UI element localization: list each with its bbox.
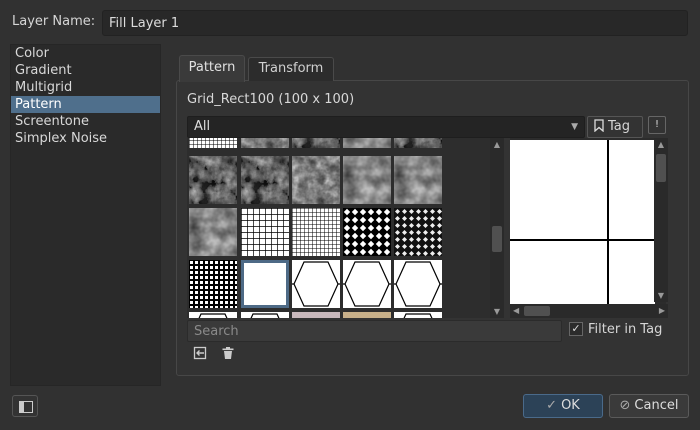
import-icon[interactable] (193, 346, 207, 360)
tag-button-label: Tag (608, 119, 631, 134)
pattern-thumb[interactable] (343, 260, 391, 308)
pattern-thumb[interactable] (343, 312, 391, 318)
scroll-left-icon[interactable]: ◀ (513, 304, 519, 318)
preview-vertical-scrollbar[interactable]: ▲ ▼ (654, 138, 668, 302)
sidebar-item-color[interactable]: Color (11, 45, 160, 62)
tag-filter-value: All (194, 119, 211, 134)
layer-name-label: Layer Name: (12, 14, 96, 29)
pattern-preview (510, 138, 666, 306)
ok-button-label: OK (561, 398, 580, 413)
scrollbar-thumb[interactable] (656, 154, 666, 182)
tag-filter-dropdown[interactable]: All ▼ (187, 116, 585, 138)
pattern-thumb[interactable] (189, 156, 237, 204)
trash-icon[interactable] (221, 346, 235, 360)
pattern-thumb[interactable] (394, 138, 442, 148)
sidebar-item-simplex-noise[interactable]: Simplex Noise (11, 130, 160, 147)
pattern-thumb[interactable] (292, 156, 340, 204)
pattern-thumb[interactable] (343, 208, 391, 256)
scrollbar-thumb[interactable] (524, 306, 550, 316)
ok-button[interactable]: ✓ OK (523, 394, 603, 418)
chevron-down-icon: ▼ (571, 122, 578, 132)
pattern-thumb[interactable] (292, 312, 340, 318)
pattern-thumb[interactable] (343, 138, 391, 148)
tab-pattern[interactable]: Pattern (179, 55, 245, 82)
fill-type-list[interactable]: Color Gradient Multigrid Pattern Screent… (10, 44, 161, 386)
sidebar-icon (19, 401, 33, 413)
sidebar-item-gradient[interactable]: Gradient (11, 62, 160, 79)
pattern-thumb-selected[interactable] (241, 260, 289, 308)
pattern-grid[interactable] (187, 138, 491, 318)
pattern-thumb[interactable] (394, 208, 442, 256)
pattern-thumb[interactable] (241, 138, 289, 148)
pattern-thumb[interactable] (189, 138, 237, 148)
search-input[interactable] (187, 320, 562, 342)
pattern-thumb[interactable] (241, 156, 289, 204)
scroll-right-icon[interactable]: ▶ (659, 304, 665, 318)
scrollbar-thumb[interactable] (492, 226, 502, 252)
layer-name-input[interactable] (102, 10, 688, 36)
sidebar-item-multigrid[interactable]: Multigrid (11, 79, 160, 96)
cancel-button-label: Cancel (634, 398, 679, 413)
preview-horizontal-scrollbar[interactable]: ◀ ▶ (510, 304, 668, 318)
pattern-thumb[interactable] (241, 312, 289, 318)
filter-in-tag-label: Filter in Tag (588, 322, 663, 337)
pattern-grid-scrollbar[interactable]: ▲ ▼ (490, 138, 504, 318)
info-button[interactable]: ! (648, 116, 666, 134)
scroll-down-icon[interactable]: ▼ (654, 291, 668, 300)
sidebar-item-pattern[interactable]: Pattern (11, 96, 160, 113)
pattern-thumb[interactable] (292, 260, 340, 308)
preview-canvas (510, 140, 655, 304)
cancel-icon: ⊘ (619, 398, 631, 413)
scroll-down-icon[interactable]: ▼ (490, 307, 504, 316)
tag-button[interactable]: Tag (587, 116, 643, 138)
bookmark-icon (594, 119, 604, 133)
sidebar-item-screentone[interactable]: Screentone (11, 113, 160, 130)
pattern-thumb[interactable] (189, 208, 237, 256)
pattern-thumb[interactable] (394, 156, 442, 204)
cancel-button[interactable]: ⊘ Cancel (609, 394, 689, 418)
pattern-thumb[interactable] (241, 208, 289, 256)
pattern-thumb[interactable] (394, 260, 442, 308)
pattern-thumb[interactable] (292, 208, 340, 256)
pattern-thumb[interactable] (189, 260, 237, 308)
sidebar-toggle-button[interactable] (12, 395, 38, 417)
filter-in-tag-checkbox[interactable]: ✓ (569, 322, 583, 336)
check-icon: ✓ (546, 398, 558, 413)
tab-transform[interactable]: Transform (248, 57, 334, 81)
scroll-up-icon[interactable]: ▲ (490, 140, 504, 149)
pattern-thumb[interactable] (292, 138, 340, 148)
scroll-up-icon[interactable]: ▲ (654, 140, 668, 149)
pattern-name-label: Grid_Rect100 (100 x 100) (187, 92, 355, 107)
pattern-thumb[interactable] (343, 156, 391, 204)
pattern-thumb[interactable] (189, 312, 237, 318)
pattern-thumb[interactable] (394, 312, 442, 318)
